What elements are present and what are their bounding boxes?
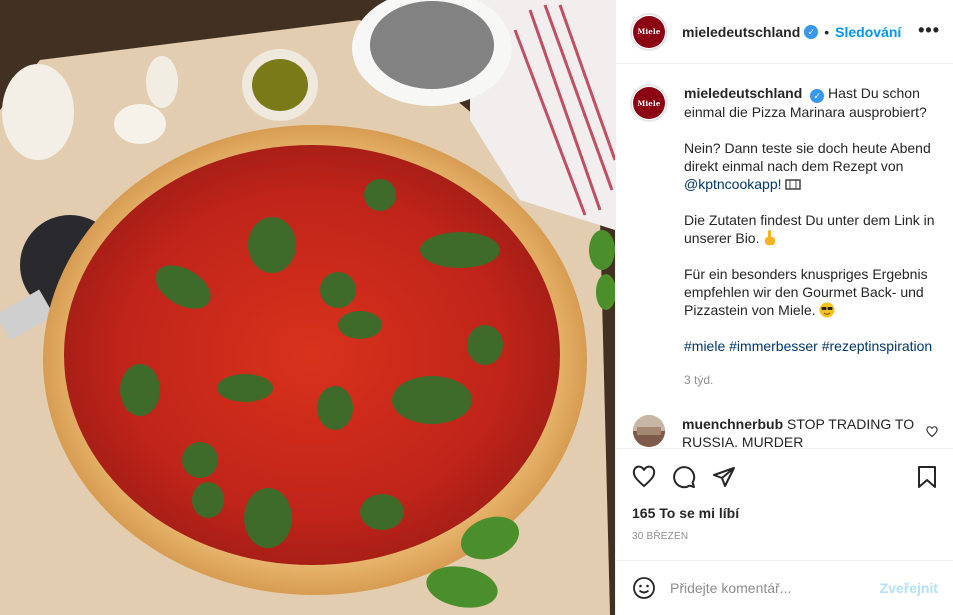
post-date[interactable]: 30 březen bbox=[632, 531, 938, 542]
caption-para4-text: Für ein besonders knuspriges Ergebnis em… bbox=[684, 266, 928, 318]
caption-text: mieledeutschland ✓ Hast Du schon einmal … bbox=[684, 84, 940, 389]
bookmark-icon[interactable] bbox=[916, 465, 938, 489]
comment-text: muenchnerbub STOP TRADING TO RUSSIA. MUR… bbox=[682, 415, 917, 448]
hashtags[interactable]: #miele #immerbesser #rezeptinspiration bbox=[684, 337, 940, 355]
comment-input[interactable]: Přidejte komentář... bbox=[670, 580, 880, 596]
caption-avatar[interactable]: Miele bbox=[630, 84, 668, 122]
likes-count[interactable]: 165 To se mi líbí bbox=[632, 505, 938, 521]
caption-para2-text: Nein? Dann teste sie doch heute Abend di… bbox=[684, 140, 931, 174]
caption-paragraph-3: Die Zutaten findest Du unter dem Link in… bbox=[684, 211, 940, 247]
sunglasses-emoji-icon bbox=[819, 302, 835, 318]
comment-icon[interactable] bbox=[672, 465, 696, 489]
caption-username[interactable]: mieledeutschland bbox=[684, 85, 802, 101]
post-timestamp[interactable]: 3 týd. bbox=[684, 371, 940, 389]
post-sidebar: Miele mieledeutschland ✓ • Sledování •••… bbox=[615, 0, 953, 615]
comment-item: muenchnerbub STOP TRADING TO RUSSIA. MUR… bbox=[630, 415, 940, 448]
cooking-pot-emoji-icon bbox=[785, 179, 802, 190]
emoji-picker-icon[interactable] bbox=[632, 576, 656, 600]
miele-logo: Miele bbox=[633, 87, 665, 119]
pizza-photo bbox=[0, 0, 615, 615]
caption-para3-text: Die Zutaten findest Du unter dem Link in… bbox=[684, 212, 935, 246]
commenter-avatar[interactable] bbox=[633, 415, 665, 447]
share-icon[interactable] bbox=[712, 465, 736, 489]
verified-badge-icon: ✓ bbox=[810, 89, 825, 103]
caption: Miele mieledeutschland ✓ Hast Du schon e… bbox=[630, 84, 940, 389]
post-actions: 165 To se mi líbí 30 březen bbox=[616, 448, 953, 560]
post-image[interactable] bbox=[0, 0, 615, 615]
commenter-username[interactable]: muenchnerbub bbox=[682, 416, 783, 432]
action-icons bbox=[632, 449, 938, 505]
miele-logo: Miele bbox=[633, 15, 665, 48]
like-comment-heart-icon[interactable] bbox=[926, 425, 938, 443]
add-comment-bar: Přidejte komentář... Zveřejnit bbox=[616, 560, 953, 615]
author-username[interactable]: mieledeutschland bbox=[682, 24, 800, 40]
heart-icon[interactable] bbox=[632, 465, 656, 489]
follow-button[interactable]: Sledování bbox=[835, 24, 901, 40]
post-comment-button[interactable]: Zveřejnit bbox=[880, 580, 938, 596]
verified-badge-icon: ✓ bbox=[804, 24, 819, 39]
caption-paragraph-4: Für ein besonders knuspriges Ergebnis em… bbox=[684, 265, 940, 319]
author-avatar[interactable]: Miele bbox=[630, 12, 668, 51]
comments-section: Miele mieledeutschland ✓ Hast Du schon e… bbox=[616, 64, 953, 448]
separator-dot: • bbox=[824, 23, 830, 40]
caption-paragraph-2: Nein? Dann teste sie doch heute Abend di… bbox=[684, 139, 940, 193]
pointing-hand-emoji-icon bbox=[765, 230, 776, 245]
more-options-icon[interactable]: ••• bbox=[918, 20, 940, 41]
post-header: Miele mieledeutschland ✓ • Sledování ••• bbox=[616, 0, 953, 64]
mention-link[interactable]: @kptncookapp! bbox=[684, 176, 782, 192]
